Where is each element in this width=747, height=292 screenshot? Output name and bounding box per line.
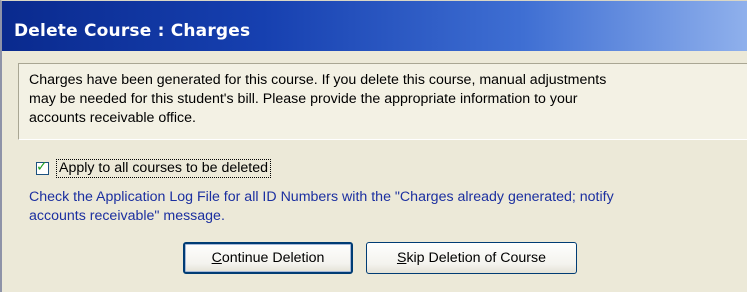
- apply-all-checkbox[interactable]: ✓: [36, 158, 49, 175]
- message-panel: Charges have been generated for this cou…: [18, 63, 747, 140]
- continue-mnemonic: C: [211, 250, 222, 266]
- dialog-title: Delete Course : Charges: [14, 21, 251, 41]
- skip-label: kip Deletion of Course: [406, 250, 547, 266]
- apply-all-row: ✓ Apply to all courses to be deleted: [36, 158, 272, 178]
- skip-mnemonic: S: [396, 250, 407, 266]
- skip-deletion-button[interactable]: Skip Deletion of Course: [366, 242, 577, 274]
- continue-deletion-button[interactable]: Continue Deletion: [183, 242, 353, 274]
- delete-course-dialog: Delete Course : Charges Charges have bee…: [0, 0, 747, 292]
- checkmark-icon: ✓: [36, 158, 48, 175]
- continue-label: ontinue Deletion: [221, 250, 325, 266]
- apply-all-label[interactable]: Apply to all courses to be deleted: [56, 158, 272, 178]
- dialog-title-bar[interactable]: Delete Course : Charges: [2, 1, 747, 51]
- warning-message: Charges have been generated for this cou…: [29, 72, 607, 126]
- log-file-info: Check the Application Log File for all I…: [29, 189, 614, 224]
